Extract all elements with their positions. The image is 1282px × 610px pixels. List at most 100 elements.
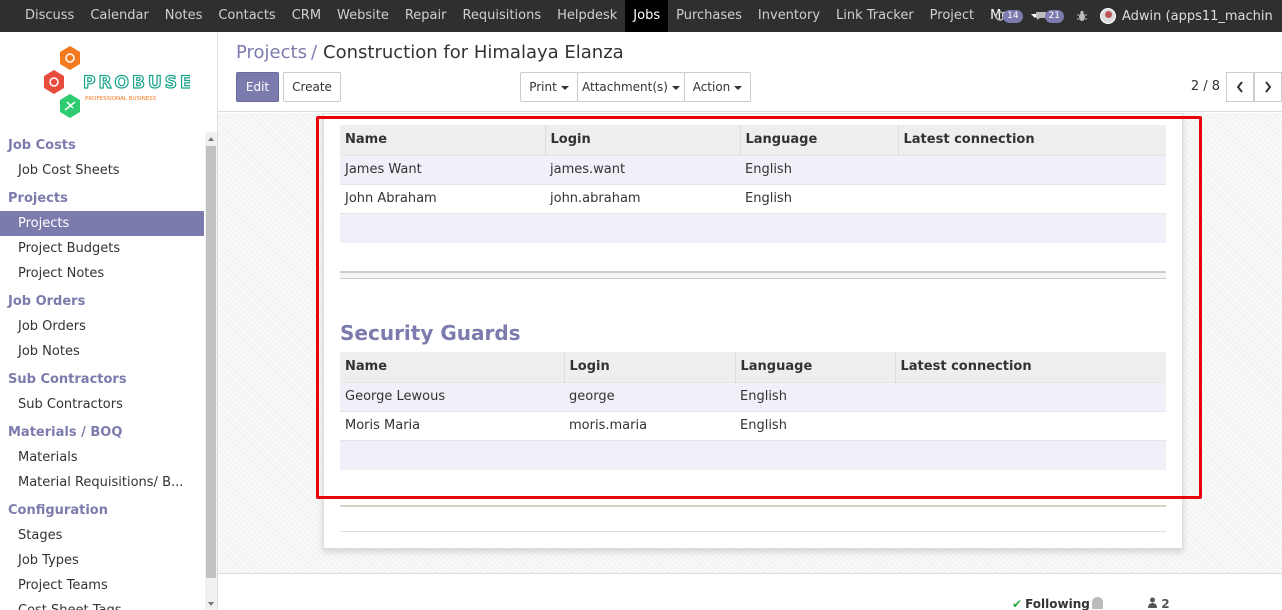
svg-text:PROFESSIONAL BUSINESS: PROFESSIONAL BUSINESS (85, 96, 157, 102)
bell-icon[interactable] (1092, 597, 1103, 609)
sidebar-scrollbar[interactable] (205, 132, 217, 610)
svg-text:PROBUSE: PROBUSE (83, 73, 190, 93)
column-header-latest-connection[interactable]: Latest connection (895, 352, 1166, 382)
menu-item-notes[interactable]: Notes (157, 0, 211, 32)
attachments-dropdown[interactable]: Attachment(s) (577, 72, 685, 102)
sidebar-item-job-types[interactable]: Job Types (0, 548, 204, 573)
breadcrumb-projects-link[interactable]: Projects (236, 42, 307, 63)
menu-item-inventory[interactable]: Inventory (750, 0, 828, 32)
menu-item-purchases[interactable]: Purchases (668, 0, 750, 32)
sidebar-item-stages[interactable]: Stages (0, 523, 204, 548)
column-header-language[interactable]: Language (740, 125, 899, 155)
user-avatar[interactable] (1100, 8, 1116, 24)
menu-item-discuss[interactable]: Discuss (17, 0, 82, 32)
caret-down-icon (734, 85, 743, 90)
following-label: Following (1025, 597, 1090, 610)
sidebar-item-material-requisitions[interactable]: Material Requisitions/ B... (0, 470, 204, 495)
menu-item-project[interactable]: Project (922, 0, 982, 32)
column-header-name[interactable]: Name (340, 352, 565, 382)
sidebar-section-sub-contractors[interactable]: Sub Contractors (0, 367, 204, 392)
sidebar-item-cost-sheet-tags[interactable]: Cost Sheet Tags (0, 598, 204, 610)
menu-item-calendar[interactable]: Calendar (82, 0, 156, 32)
sidebar-item-project-budgets[interactable]: Project Budgets (0, 236, 204, 261)
breadcrumb-separator: / (310, 42, 318, 63)
menu-item-contacts[interactable]: Contacts (210, 0, 283, 32)
top-navbar: Discuss Calendar Notes Contacts CRM Webs… (0, 0, 1282, 32)
followers-button[interactable]: 2 (1148, 597, 1170, 610)
table-row[interactable]: Moris Maria moris.maria English (340, 410, 1166, 440)
bug-icon (1077, 10, 1087, 21)
cell-login: james.want (545, 154, 740, 184)
sidebar-item-project-notes[interactable]: Project Notes (0, 261, 204, 286)
sidebar-item-job-orders[interactable]: Job Orders (0, 314, 204, 339)
menu-item-requisitions[interactable]: Requisitions (454, 0, 549, 32)
menu-item-link-tracker[interactable]: Link Tracker (828, 0, 922, 32)
print-label: Print (529, 80, 557, 94)
table-row[interactable]: George Lewous george English (340, 381, 1166, 411)
sidebar-item-job-cost-sheets[interactable]: Job Cost Sheets (0, 158, 204, 183)
cell-language: English (740, 154, 898, 184)
table-row[interactable]: John Abraham john.abraham English (340, 183, 1166, 213)
activity-menu[interactable]: 14 (995, 9, 1023, 23)
action-label: Action (692, 80, 731, 94)
sidebar-section-configuration[interactable]: Configuration (0, 498, 204, 523)
menu-item-website[interactable]: Website (329, 0, 397, 32)
users-table: Name Login Language Latest connection Ja… (340, 125, 1166, 243)
menu-item-crm[interactable]: CRM (284, 0, 329, 32)
sidebar-section-materials-boq[interactable]: Materials / BOQ (0, 420, 204, 445)
sidebar-item-project-teams[interactable]: Project Teams (0, 573, 204, 598)
empty-table-row (340, 212, 1166, 243)
check-icon: ✔ (1012, 597, 1023, 610)
debug-menu[interactable] (1076, 10, 1088, 22)
pager-value[interactable]: 2 / 8 (1191, 79, 1220, 94)
systray: 14 21 Adwin (apps11_machin (995, 0, 1282, 32)
sidebar-section-projects[interactable]: Projects (0, 186, 204, 211)
probuse-logo-icon: PROBUSE PROFESSIONAL BUSINESS (44, 46, 192, 118)
cell-latest-connection (895, 381, 1166, 411)
sidebar-item-projects[interactable]: Projects (0, 211, 204, 236)
sheet-divider (340, 531, 1166, 532)
column-header-login[interactable]: Login (564, 352, 736, 382)
form-sheet: Name Login Language Latest connection Ja… (323, 113, 1183, 549)
security-guards-table: Name Login Language Latest connection Ge… (340, 352, 1166, 470)
column-header-language[interactable]: Language (735, 352, 896, 382)
sidebar-menu: Job Costs Job Cost Sheets Projects Proje… (0, 130, 204, 610)
cell-name: John Abraham (340, 183, 545, 213)
scroll-up-arrow-icon[interactable] (208, 137, 214, 141)
column-header-login[interactable]: Login (545, 125, 741, 155)
user-name[interactable]: Adwin (apps11_machin (1122, 9, 1282, 24)
section-divider (340, 271, 1166, 279)
table-row[interactable]: James Want james.want English (340, 154, 1166, 184)
create-button[interactable]: Create (283, 72, 341, 102)
attachments-label: Attachment(s) (582, 80, 668, 94)
sheet-divider (340, 505, 1166, 507)
action-dropdown[interactable]: Action (684, 72, 751, 102)
pager-previous-button[interactable] (1226, 72, 1254, 102)
menu-item-repair[interactable]: Repair (397, 0, 455, 32)
messaging-menu[interactable]: 21 (1035, 9, 1064, 23)
cell-login: george (564, 381, 735, 411)
menu-item-jobs[interactable]: Jobs (625, 0, 669, 32)
sidebar-item-job-notes[interactable]: Job Notes (0, 339, 204, 364)
cell-latest-connection (898, 183, 1166, 213)
sidebar-item-materials[interactable]: Materials (0, 445, 204, 470)
print-dropdown[interactable]: Print (520, 72, 578, 102)
column-header-name[interactable]: Name (340, 125, 546, 155)
scroll-down-arrow-icon[interactable] (208, 602, 214, 606)
company-logo[interactable]: PROBUSE PROFESSIONAL BUSINESS (40, 44, 192, 124)
cell-language: English (735, 381, 895, 411)
empty-table-row (340, 439, 1166, 470)
pager-next-button[interactable] (1254, 72, 1282, 102)
followers-count: 2 (1161, 597, 1170, 610)
following-button[interactable]: ✔ Following (1012, 597, 1090, 610)
cell-latest-connection (898, 154, 1166, 184)
scrollbar-thumb[interactable] (206, 146, 216, 578)
sidebar-section-job-costs[interactable]: Job Costs (0, 133, 204, 158)
sidebar-item-sub-contractors[interactable]: Sub Contractors (0, 392, 204, 417)
edit-button[interactable]: Edit (236, 72, 279, 102)
chevron-right-icon (1265, 81, 1272, 93)
cell-language: English (735, 410, 895, 440)
menu-item-helpdesk[interactable]: Helpdesk (549, 0, 625, 32)
sidebar-section-job-orders[interactable]: Job Orders (0, 289, 204, 314)
column-header-latest-connection[interactable]: Latest connection (898, 125, 1166, 155)
